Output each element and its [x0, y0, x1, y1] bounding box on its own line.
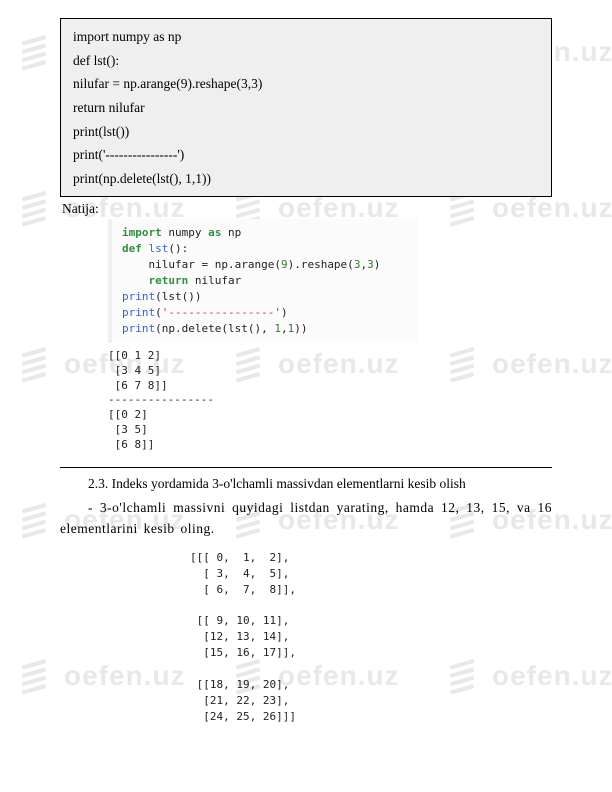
code-box: import numpy as np def lst(): nilufar = …: [60, 18, 552, 197]
paragraph: - 3-o'lchamli massivni quyidagi listdan …: [60, 498, 552, 540]
code-line: return nilufar: [73, 96, 539, 120]
code-line: nilufar = np.arange(9).reshape(3,3): [73, 72, 539, 96]
section-heading: 2.3. Indeks yordamida 3-o'lchamli massiv…: [88, 476, 552, 492]
code-line: print(lst()): [73, 120, 539, 144]
array-display: [[[ 0, 1, 2], [ 3, 4, 5], [ 6, 7, 8]], […: [190, 550, 552, 725]
output-block: [[0 1 2] [3 4 5] [6 7 8]] --------------…: [108, 349, 552, 453]
code-line: import numpy as np: [73, 25, 539, 49]
syntax-highlighted-code: import numpy as np def lst(): nilufar = …: [108, 219, 418, 343]
code-line: print(np.delete(lst(), 1,1)): [73, 167, 539, 191]
code-line: print('----------------'): [73, 143, 539, 167]
result-label: Natija:: [62, 201, 552, 217]
divider: [60, 467, 552, 468]
page-content: import numpy as np def lst(): nilufar = …: [0, 0, 612, 725]
code-line: def lst():: [73, 49, 539, 73]
